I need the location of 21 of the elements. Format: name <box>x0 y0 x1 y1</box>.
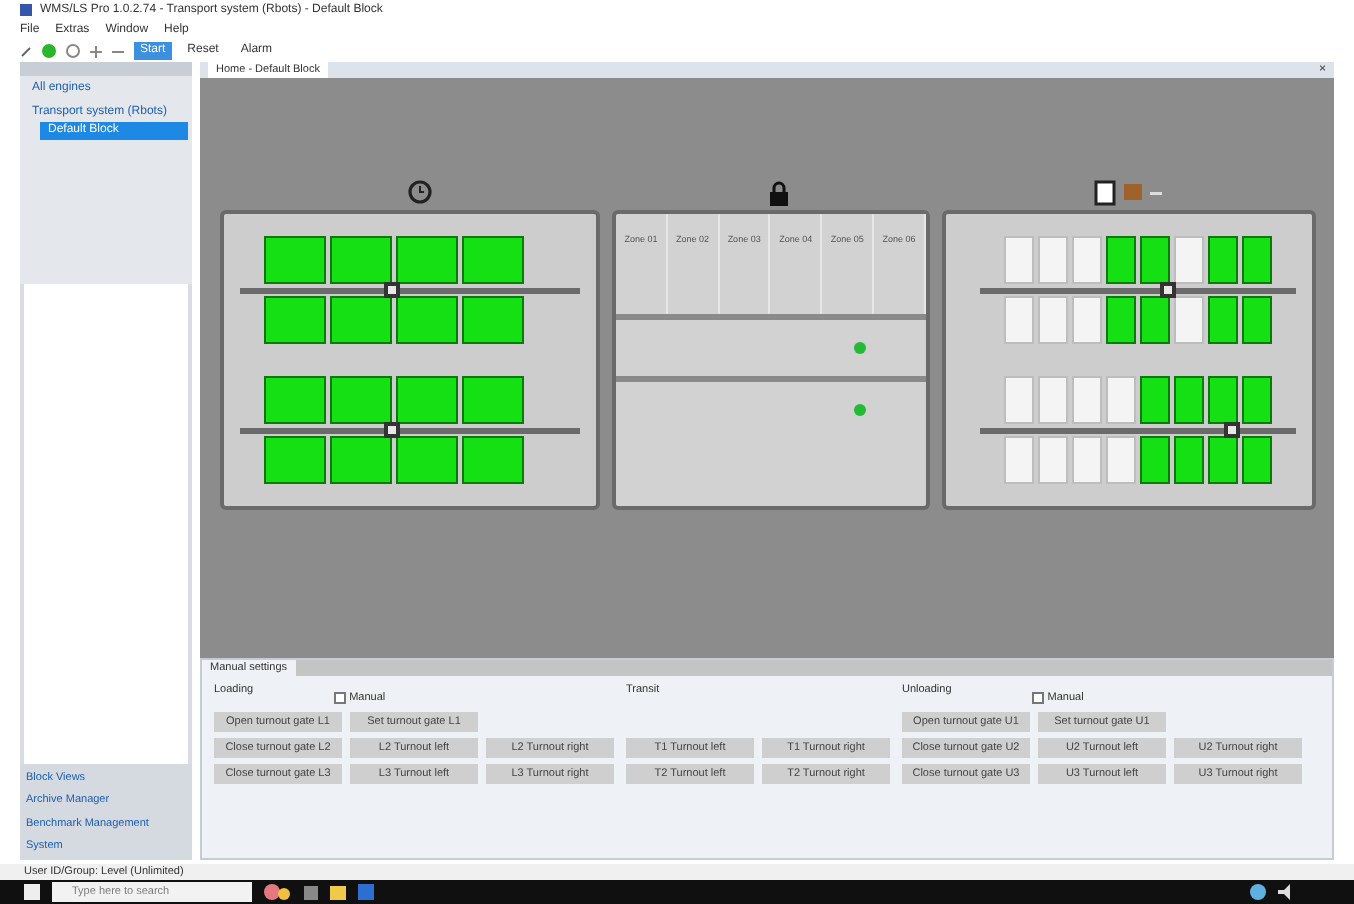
flower-icon[interactable] <box>264 884 292 900</box>
minus-icon[interactable] <box>112 45 124 57</box>
globe-icon[interactable] <box>1250 884 1266 900</box>
dash-icon <box>1149 189 1161 195</box>
checkbox[interactable] <box>1031 692 1044 705</box>
speaker-icon[interactable] <box>1278 884 1294 900</box>
shuttle-handle[interactable] <box>384 421 401 437</box>
package-icon <box>1123 182 1141 202</box>
shuttle-handle[interactable] <box>1160 281 1177 297</box>
document-icon <box>1093 179 1115 205</box>
checkbox[interactable] <box>333 692 346 705</box>
pencil-icon[interactable] <box>20 45 32 57</box>
app-icon <box>20 4 32 16</box>
lock-icon <box>768 179 790 205</box>
stop-icon[interactable] <box>66 44 80 58</box>
task-view-icon[interactable] <box>304 885 318 899</box>
folder-icon[interactable] <box>330 885 346 899</box>
play-icon[interactable] <box>42 44 56 58</box>
plus-icon[interactable] <box>90 45 102 57</box>
clock-icon <box>407 180 431 204</box>
shuttle-handle[interactable] <box>384 281 401 297</box>
